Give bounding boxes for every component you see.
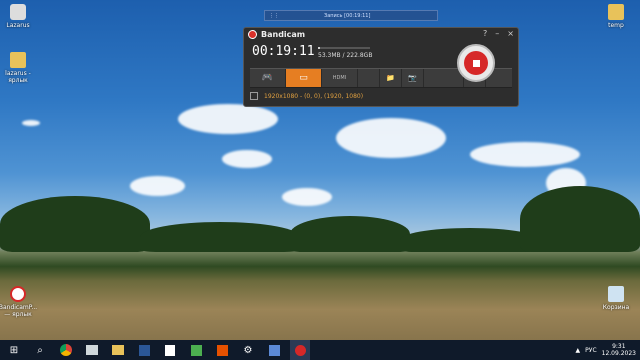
system-tray: ▲ РУС 9:31 12.09.2023	[576, 340, 636, 360]
folder-icon	[10, 52, 26, 68]
window-buttons: ? – ×	[483, 29, 514, 38]
clock[interactable]: 9:31 12.09.2023	[602, 343, 636, 357]
desktop-icon-lazarus-shortcut[interactable]: lazarus - ярлык	[0, 52, 40, 84]
recording-area-title: Запись [00:19:11]	[324, 12, 371, 19]
language-indicator[interactable]: РУС	[585, 347, 596, 354]
spacer	[358, 69, 380, 87]
cloud	[282, 188, 332, 206]
app3-icon	[268, 344, 280, 356]
spacer	[424, 69, 464, 87]
start-button[interactable]: ⊞	[4, 340, 24, 360]
desktop-icon-label: Корзина	[602, 304, 630, 311]
hdmi-mode-button[interactable]: HDMI	[322, 69, 358, 87]
taskbar: ⊞ ⌕ ⚙ ▲ РУС 9:31 12.09.2023	[0, 340, 640, 360]
cloud	[470, 142, 580, 167]
taskbar-explorer[interactable]	[108, 340, 128, 360]
chrome-icon	[60, 344, 72, 356]
taskbar-chrome[interactable]	[56, 340, 76, 360]
storage-progress-fill	[318, 47, 321, 49]
clock-time: 9:31	[612, 343, 626, 350]
desktop-icon-label: lazarus - ярлык	[5, 70, 31, 84]
taskbar-app2[interactable]	[186, 340, 206, 360]
windows-icon: ⊞	[9, 344, 19, 356]
target-resolution: 1920x1080 - (0, 0), (1920, 1080)	[264, 92, 364, 100]
app2-icon	[190, 344, 202, 356]
bandicam-icon	[294, 344, 306, 356]
notes-icon	[165, 344, 175, 356]
taskbar-bandicam[interactable]	[290, 340, 310, 360]
bandicam-icon	[10, 286, 26, 302]
folder-icon: 📁	[386, 74, 395, 82]
recycle-bin-icon	[608, 286, 624, 302]
folder-icon	[608, 4, 624, 20]
treeline	[520, 186, 640, 252]
desktop-icon-bandicam-shortcut[interactable]: BandicamP... — ярлык	[0, 286, 40, 318]
stop-recording-button[interactable]	[457, 44, 495, 82]
storage-progress-bar	[318, 47, 370, 49]
recording-timer: 00:19:11	[252, 44, 315, 59]
screenshot-button[interactable]: 📷	[402, 69, 424, 87]
camera-icon: 📷	[408, 74, 417, 82]
notification-icon[interactable]: ▲	[576, 347, 581, 354]
folder-icon	[112, 345, 124, 355]
media-icon	[216, 344, 228, 356]
screen-icon: ▭	[299, 73, 308, 83]
target-checkbox[interactable]	[250, 92, 258, 100]
search-button[interactable]: ⌕	[30, 340, 50, 360]
clock-date: 12.09.2023	[601, 350, 636, 357]
cloud	[22, 120, 40, 126]
desktop-icon-temp[interactable]: temp	[594, 4, 638, 29]
bandicam-titlebar: Bandicam	[248, 30, 305, 39]
search-icon: ⌕	[37, 344, 43, 356]
word-icon	[138, 344, 150, 356]
target-area-row: 1920x1080 - (0, 0), (1920, 1080)	[250, 90, 514, 102]
lazarus-icon	[10, 4, 26, 20]
close-button[interactable]: ×	[507, 29, 514, 38]
treeline	[0, 196, 150, 252]
taskbar-word[interactable]	[134, 340, 154, 360]
record-icon	[464, 51, 488, 75]
bandicam-logo-icon	[248, 30, 257, 39]
gear-icon: ⚙	[243, 344, 253, 356]
taskbar-app[interactable]	[82, 340, 102, 360]
cloud	[178, 104, 278, 134]
gamepad-icon: 🎮	[261, 73, 274, 83]
taskbar-app3[interactable]	[264, 340, 284, 360]
minimize-button[interactable]: –	[495, 29, 499, 38]
help-button[interactable]: ?	[483, 29, 487, 38]
taskbar-media[interactable]	[212, 340, 232, 360]
app-icon	[86, 345, 98, 355]
taskbar-notes[interactable]	[160, 340, 180, 360]
treeline	[140, 222, 300, 252]
game-mode-button[interactable]: 🎮	[250, 69, 286, 87]
stop-square-icon	[472, 59, 480, 67]
file-size: 53.3MB / 222.8GB	[318, 52, 373, 59]
cloud	[130, 176, 185, 196]
treeline	[400, 228, 540, 252]
desktop-icon-label: Lazarus	[6, 22, 30, 29]
cloud	[222, 150, 272, 168]
cloud	[336, 118, 446, 158]
taskbar-settings[interactable]: ⚙	[238, 340, 258, 360]
screen-mode-button[interactable]: ▭	[286, 69, 322, 87]
hdmi-icon: HDMI	[332, 75, 347, 81]
desktop-icon-recycle-bin[interactable]: Корзина	[594, 286, 638, 311]
open-folder-button[interactable]: 📁	[380, 69, 402, 87]
app-title: Bandicam	[261, 30, 306, 39]
grip-icon[interactable]: ⋮⋮	[269, 13, 279, 19]
treeline	[290, 216, 410, 252]
desktop-icon-label: temp	[608, 22, 624, 29]
desktop-icon-label: BandicamP... — ярлык	[0, 304, 38, 318]
recording-area-bar[interactable]: ⋮⋮ Запись [00:19:11]	[264, 10, 438, 21]
desktop-icon-lazarus[interactable]: Lazarus	[0, 4, 40, 29]
